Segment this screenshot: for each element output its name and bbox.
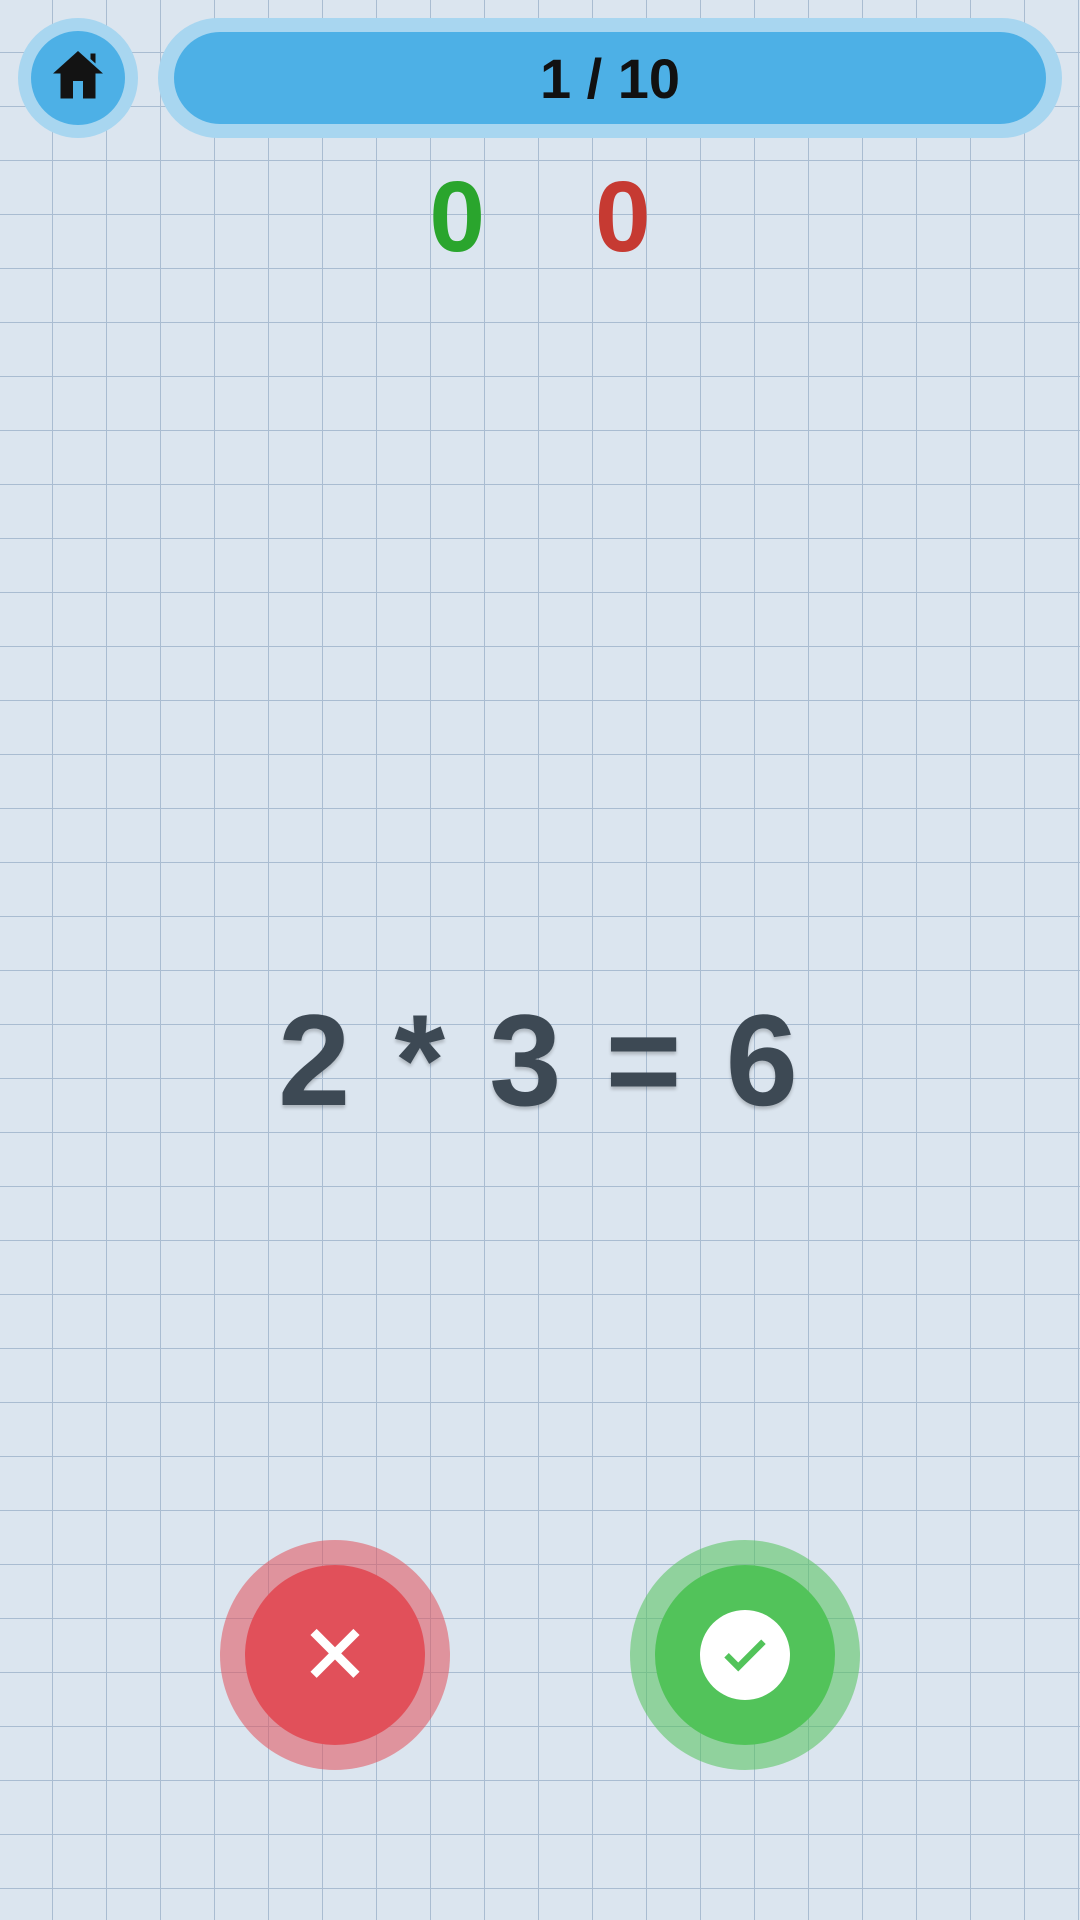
home-icon: [48, 46, 108, 111]
answer-buttons: [0, 1540, 1080, 1770]
check-icon: [718, 1626, 772, 1685]
answer-correct-button[interactable]: [630, 1540, 860, 1770]
home-button[interactable]: [18, 18, 138, 138]
score-row: 0 0: [0, 160, 1080, 275]
home-button-inner: [31, 31, 125, 125]
top-bar: 1 / 10: [18, 18, 1062, 138]
check-badge: [700, 1610, 790, 1700]
score-correct: 0: [429, 160, 485, 275]
progress-label: 1 / 10: [174, 32, 1046, 124]
progress-pill: 1 / 10: [158, 18, 1062, 138]
answer-wrong-button[interactable]: [220, 1540, 450, 1770]
score-wrong: 0: [595, 160, 651, 275]
cross-icon: [300, 1618, 370, 1693]
